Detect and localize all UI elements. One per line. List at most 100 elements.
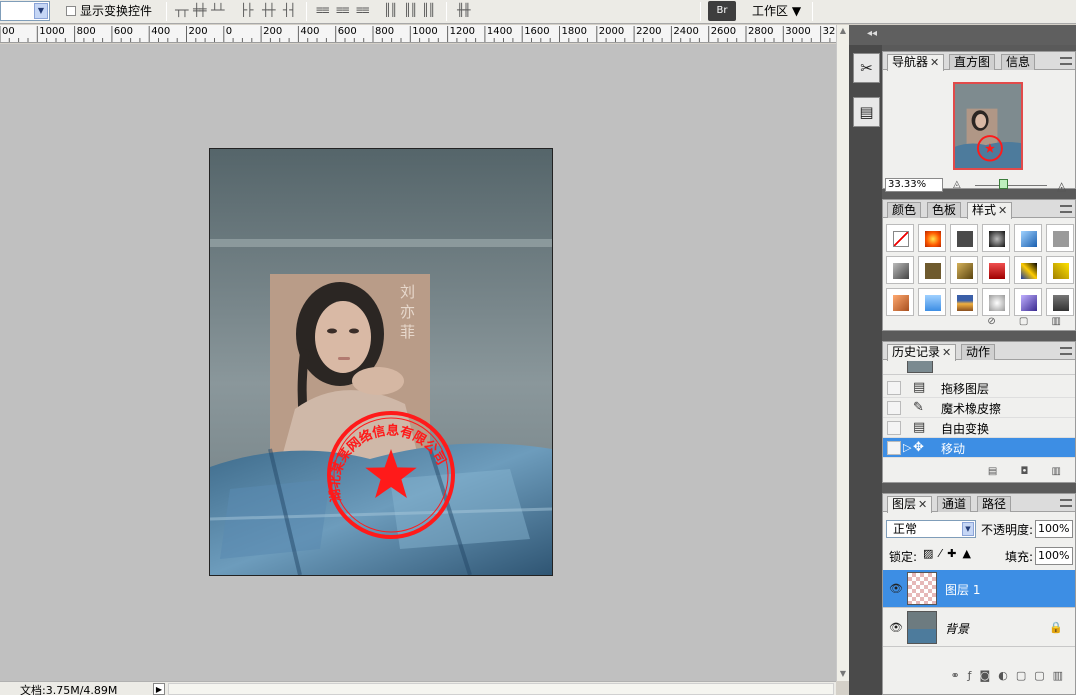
ruler-label: 2600 xyxy=(710,26,737,37)
style-swatch[interactable] xyxy=(886,288,914,316)
style-swatch[interactable] xyxy=(982,224,1010,252)
distribute-vcenter-icon[interactable]: ≡≡ xyxy=(336,3,349,19)
document-canvas[interactable]: 刘 亦 菲 湖北某某网络信息有限公司 xyxy=(0,44,836,681)
dock-header[interactable]: ◂◂ xyxy=(849,25,1076,45)
layer-row[interactable]: 👁 背景 🔒 xyxy=(883,609,1075,647)
navigator-thumbnail[interactable] xyxy=(953,82,1023,170)
history-item[interactable]: ✎ 魔术橡皮擦 xyxy=(883,398,1075,418)
blend-mode-select[interactable]: 正常 ▼ xyxy=(886,520,976,538)
style-swatch[interactable] xyxy=(1014,288,1042,316)
page-icon: ▤ xyxy=(913,420,926,435)
history-item[interactable]: ▤ 拖移图层 xyxy=(883,378,1075,398)
style-swatch[interactable] xyxy=(1046,288,1074,316)
styles-footer-icons[interactable]: ⊘ ▢ ▥ xyxy=(987,316,1071,327)
history-footer-icons[interactable]: ▤ ◘ ▥ xyxy=(988,466,1071,477)
tab-color[interactable]: 颜色 xyxy=(887,202,922,218)
tab-histogram[interactable]: 直方图 xyxy=(949,54,996,70)
layer-row[interactable]: 👁 图层 1 xyxy=(883,570,1075,608)
align-top-icon[interactable]: ┬┬ xyxy=(175,3,188,19)
zoom-slider[interactable] xyxy=(975,185,1047,186)
align-vcenter-icon[interactable]: ╪╪ xyxy=(193,3,206,19)
style-swatch[interactable] xyxy=(886,256,914,284)
document-image[interactable]: 刘 亦 菲 湖北某某网络信息有限公司 xyxy=(209,148,553,576)
svg-text:刘: 刘 xyxy=(400,283,415,301)
distribute-left-icon[interactable]: ║║ xyxy=(384,3,397,19)
status-menu-arrow-icon[interactable]: ▶ xyxy=(153,683,165,695)
distribute-top-icon[interactable]: ≡≡ xyxy=(316,3,329,19)
layer-name[interactable]: 背景 xyxy=(945,620,969,637)
tab-swatches[interactable]: 色板 xyxy=(927,202,962,218)
ruler-label: 2400 xyxy=(673,26,699,37)
fill-input[interactable]: 100% xyxy=(1035,547,1073,565)
history-tabs: 历史记录 ✕ 动作 xyxy=(883,342,1075,361)
style-swatch[interactable] xyxy=(950,224,978,252)
align-left-icon[interactable]: ├├ xyxy=(240,3,253,19)
lock-icons[interactable]: ▨⁄✚▲ xyxy=(923,547,977,560)
scroll-down-icon[interactable]: ▼ xyxy=(837,668,849,680)
panel-menu-icon[interactable] xyxy=(1060,347,1072,355)
history-item[interactable]: ▷ ✥ 移动 xyxy=(883,438,1075,458)
style-swatch[interactable] xyxy=(982,256,1010,284)
tab-channels[interactable]: 通道 xyxy=(937,496,972,512)
opacity-input[interactable]: 100% xyxy=(1035,520,1073,538)
tab-navigator[interactable]: 导航器 ✕ xyxy=(887,54,945,71)
eye-icon[interactable]: 👁 xyxy=(889,582,903,595)
vertical-scrollbar[interactable]: ▲ ▼ xyxy=(836,25,849,681)
tab-paths[interactable]: 路径 xyxy=(977,496,1012,512)
panel-menu-icon[interactable] xyxy=(1060,499,1072,507)
tab-layers[interactable]: 图层 ✕ xyxy=(887,496,933,513)
tab-info[interactable]: 信息 xyxy=(1001,54,1036,70)
eye-icon[interactable]: 👁 xyxy=(889,621,903,634)
tab-styles[interactable]: 样式 ✕ xyxy=(967,202,1013,219)
style-none-swatch[interactable] xyxy=(886,224,914,252)
zoom-slider-handle[interactable] xyxy=(999,179,1008,189)
workspace-menu[interactable]: 工作区 ▼ xyxy=(752,2,801,19)
style-swatch[interactable] xyxy=(1014,224,1042,252)
style-swatch[interactable] xyxy=(982,288,1010,316)
distribute-right-icon[interactable]: ║║ xyxy=(422,3,435,19)
layers-footer-icons[interactable]: ⚭ƒ◙◐▢▢▥ xyxy=(950,669,1071,682)
align-bottom-icon[interactable]: ┴┴ xyxy=(211,3,224,19)
style-swatch[interactable] xyxy=(1046,224,1074,252)
layer-thumbnail xyxy=(907,611,937,644)
history-source-checkbox[interactable] xyxy=(887,421,901,435)
style-swatch[interactable] xyxy=(1014,256,1042,284)
tab-actions[interactable]: 动作 xyxy=(961,344,996,360)
preset-dropdown[interactable]: ▼ xyxy=(0,1,50,21)
zoom-out-icon[interactable]: ◬ xyxy=(953,179,961,190)
collapse-icon[interactable]: ◂◂ xyxy=(867,28,877,39)
distribute-bottom-icon[interactable]: ≡≡ xyxy=(356,3,369,19)
layer-name[interactable]: 图层 1 xyxy=(945,581,980,598)
bridge-button[interactable]: Br xyxy=(708,1,736,21)
panel-menu-icon[interactable] xyxy=(1060,205,1072,213)
style-swatch[interactable] xyxy=(918,224,946,252)
ruler-label: 1400 xyxy=(486,26,513,37)
tab-history[interactable]: 历史记录 ✕ xyxy=(887,344,957,361)
style-swatch[interactable] xyxy=(950,288,978,316)
zoom-in-icon[interactable]: ◬ xyxy=(1057,179,1066,193)
history-source-checkbox[interactable] xyxy=(887,441,901,455)
history-source-checkbox[interactable] xyxy=(887,381,901,395)
tool-presets-icon[interactable]: ✂ xyxy=(853,53,880,83)
align-hcenter-icon[interactable]: ┼┼ xyxy=(262,3,275,19)
panel-menu-icon[interactable] xyxy=(1060,57,1072,65)
show-transform-checkbox[interactable] xyxy=(66,6,76,16)
style-swatch[interactable] xyxy=(1046,256,1074,284)
close-icon: ✕ xyxy=(998,204,1008,217)
zoom-level-input[interactable]: 33.33% xyxy=(885,178,943,192)
ruler-label: 1600 xyxy=(524,26,550,37)
history-source-checkbox[interactable] xyxy=(887,401,901,415)
style-swatch[interactable] xyxy=(918,288,946,316)
align-right-icon[interactable]: ┤┤ xyxy=(283,3,296,19)
style-swatch[interactable] xyxy=(950,256,978,284)
auto-align-icon[interactable]: ╫╫ xyxy=(457,3,470,19)
history-snapshot-row[interactable] xyxy=(883,361,1075,375)
history-item[interactable]: ▤ 自由变换 xyxy=(883,418,1075,438)
ruler-label: 3000 xyxy=(785,26,811,37)
scroll-up-icon[interactable]: ▲ xyxy=(837,25,849,37)
notes-panel-icon[interactable]: ▤ xyxy=(853,97,880,127)
styles-tabs: 颜色 色板 样式 ✕ xyxy=(883,200,1075,219)
horizontal-scrollbar[interactable] xyxy=(168,683,834,695)
style-swatch[interactable] xyxy=(918,256,946,284)
distribute-hcenter-icon[interactable]: ║║ xyxy=(404,3,417,19)
